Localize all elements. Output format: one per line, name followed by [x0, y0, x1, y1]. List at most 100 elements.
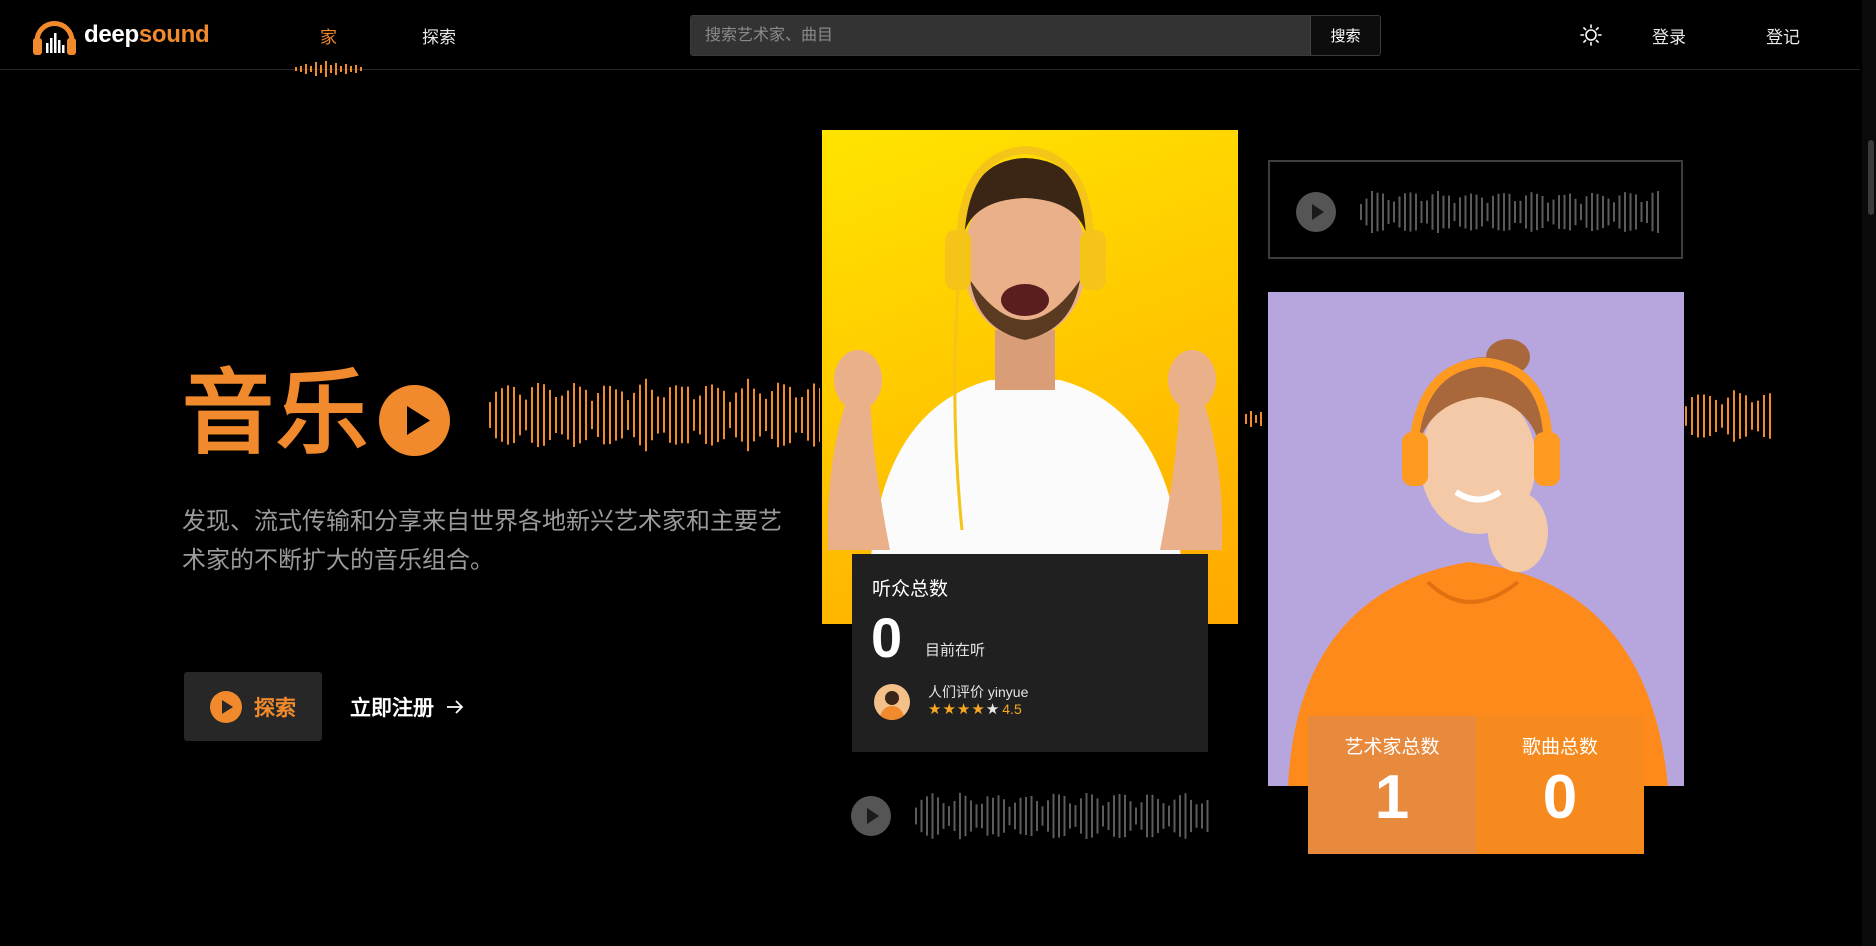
waveform-bar — [1739, 393, 1741, 439]
waveform-bar — [537, 382, 539, 448]
waveform-bar — [729, 401, 731, 429]
waveform-bar — [1008, 806, 1011, 826]
waveform-bar — [711, 384, 713, 446]
rating-value: 4.5 — [1002, 701, 1022, 717]
songs-stat-label: 歌曲总数 — [1521, 737, 1598, 758]
waveform-bar — [975, 804, 978, 828]
play-icon — [867, 808, 879, 824]
waveform-bar — [1184, 793, 1187, 839]
waveform-bar — [507, 385, 509, 445]
arrow-right-icon — [447, 700, 464, 714]
waveform-bar — [1574, 198, 1577, 226]
waveform-bar — [657, 396, 659, 434]
waveform-bar — [1376, 192, 1379, 232]
waveform-bar — [1151, 794, 1154, 838]
waveform-bar — [1442, 195, 1445, 229]
search-button[interactable]: 搜索 — [1310, 16, 1380, 55]
waveform-bar — [1757, 400, 1759, 432]
waveform-bar — [1751, 402, 1753, 430]
nav-explore[interactable]: 探索 — [422, 23, 456, 48]
waveform-bar — [1530, 192, 1533, 232]
waveform-bar — [1541, 196, 1544, 228]
avatar — [874, 684, 910, 720]
waveform-bar — [1514, 201, 1516, 223]
waveform-bar — [1135, 807, 1137, 825]
waveform-bar — [1475, 194, 1478, 230]
register-link[interactable]: 登记 — [1766, 23, 1800, 48]
waveform-bar — [1360, 203, 1362, 221]
star-icon: ★ — [928, 701, 943, 718]
nav-home[interactable]: 家 — [320, 23, 337, 48]
waveform-bar — [687, 386, 689, 444]
waveform-bar — [997, 795, 1000, 837]
artists-stat-count: 1 — [1374, 763, 1410, 832]
waveform-bar — [1074, 805, 1077, 827]
waveform-bar — [1691, 397, 1693, 435]
waveform-bar — [1646, 200, 1648, 224]
waveform-bar — [931, 793, 934, 839]
waveform-bar — [992, 797, 994, 835]
hero-play-button[interactable] — [379, 385, 450, 456]
woman-with-headphones-photo — [1268, 292, 1684, 786]
waveform-bar — [953, 800, 956, 832]
waveform-bar — [1063, 796, 1066, 836]
waveform-bar — [1118, 794, 1121, 838]
waveform-bar — [705, 386, 707, 444]
play-icon — [210, 690, 242, 723]
waveform-bar — [801, 397, 803, 433]
scrollbar[interactable] — [1862, 0, 1876, 946]
explore-button-label: 探索 — [254, 696, 296, 720]
waveform-bar — [964, 795, 967, 837]
waveform-bar — [501, 388, 503, 442]
waveform-bar — [693, 399, 695, 431]
waveform-bar — [1052, 793, 1055, 839]
player-play-button[interactable] — [851, 796, 891, 836]
hero-description: 发现、流式传输和分享来自世界各地新兴艺术家和主要艺术家的不断扩大的音乐组合。 — [182, 508, 782, 574]
waveform-bar — [1091, 794, 1093, 838]
waveform-bar — [1096, 798, 1099, 834]
search-input[interactable] — [691, 16, 1310, 55]
listeners-count: 0 — [871, 606, 903, 669]
sun-icon[interactable] — [1580, 24, 1602, 46]
hero-waveform-right-icon — [1685, 390, 1771, 442]
waveform-bar — [1409, 192, 1412, 232]
waveform-bar — [1497, 193, 1500, 231]
waveform-bar — [681, 386, 683, 444]
waveform-bar — [1745, 395, 1747, 437]
waveform-bar — [1629, 193, 1632, 231]
player-play-button[interactable] — [1296, 192, 1336, 232]
waveform-bar — [1613, 202, 1615, 222]
star-icon: ★ — [956, 701, 972, 718]
signup-link[interactable]: 立即注册 — [350, 692, 464, 722]
headphones-logo-icon — [33, 21, 76, 55]
waveform-bar — [970, 800, 972, 832]
waveform-bar — [783, 384, 785, 446]
waveform-bar — [807, 389, 809, 441]
waveform-bar — [1025, 796, 1027, 836]
waveform-bar — [1393, 201, 1395, 223]
listeners-subtitle: 目前在听 — [925, 642, 986, 659]
waveform-bar — [1536, 193, 1538, 231]
waveform-bar — [1019, 797, 1022, 835]
waveform-bar — [1058, 794, 1060, 838]
waveform-bar — [926, 796, 928, 836]
waveform-bar — [609, 385, 611, 445]
waveform-bar — [1563, 194, 1566, 230]
login-link[interactable]: 登录 — [1652, 23, 1686, 48]
waveform-bar — [765, 398, 767, 432]
player-waveform-icon[interactable] — [1359, 189, 1659, 235]
waveform-bar — [1190, 799, 1192, 833]
waveform-bar — [1157, 799, 1159, 833]
waveform-bar — [1618, 195, 1621, 229]
waveform-bar — [1657, 191, 1659, 233]
top-navbar: deepsound 家 探索 搜索 登录 登记 — [0, 0, 1860, 77]
waveform-bar — [645, 378, 647, 452]
waveform-bar — [489, 402, 491, 428]
player-waveform-icon[interactable] — [914, 792, 1211, 840]
logo[interactable]: deepsound — [31, 13, 210, 57]
waveform-bar — [1763, 394, 1765, 438]
scrollbar-thumb[interactable] — [1868, 140, 1874, 215]
waveform-bar — [1769, 393, 1771, 439]
waveform-bar — [651, 389, 653, 441]
explore-button[interactable]: 探索 — [184, 672, 322, 741]
